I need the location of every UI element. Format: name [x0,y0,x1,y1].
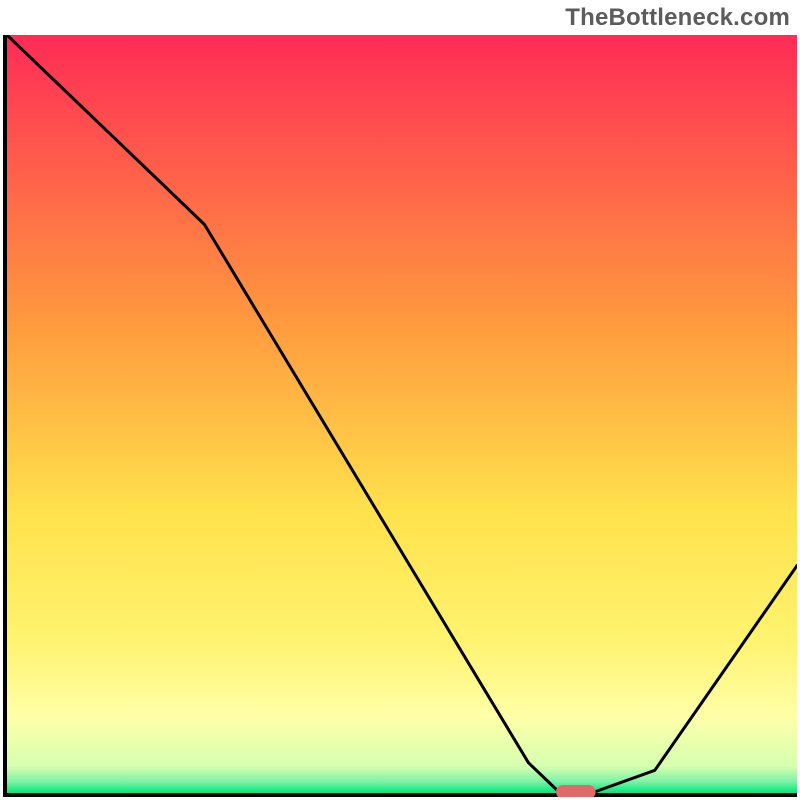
watermark-text: TheBottleneck.com [565,4,790,32]
optimal-marker [556,785,596,797]
chart-svg [3,35,797,797]
chart-container: TheBottleneck.com [0,0,800,800]
plot-area [3,35,797,797]
